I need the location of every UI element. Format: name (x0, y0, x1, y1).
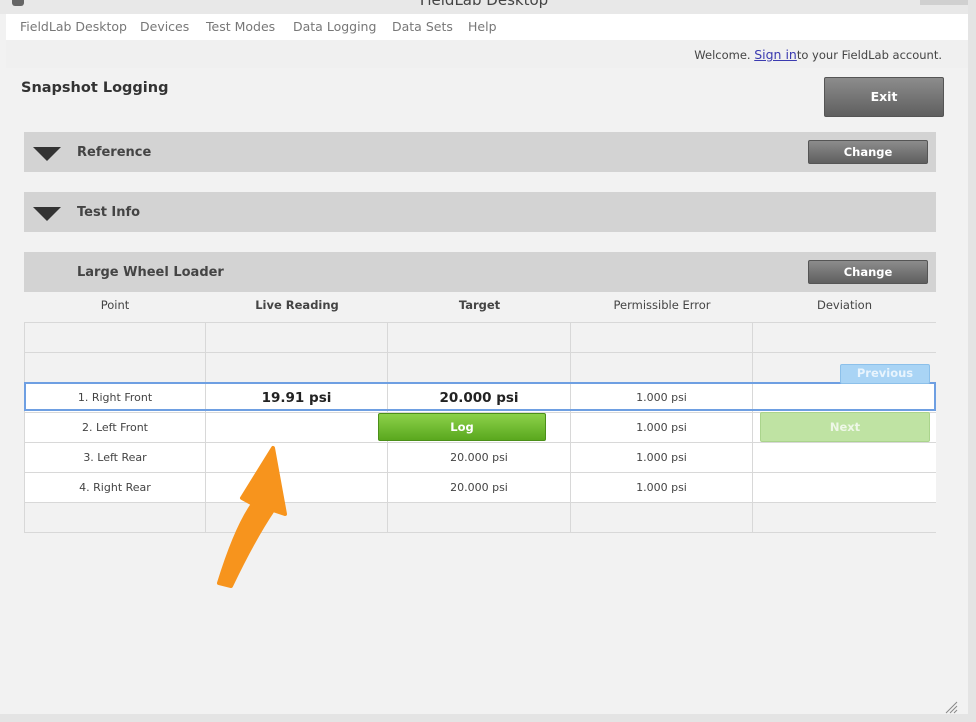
title-bar: FieldLab Desktop (0, 0, 968, 14)
column-header-point: Point (100, 298, 130, 312)
test-info-panel[interactable]: Test Info (24, 192, 936, 232)
point-cell: 2. Left Front (24, 413, 206, 443)
test-info-panel-label: Test Info (77, 205, 141, 220)
menu-data-logging[interactable]: Data Logging (293, 19, 376, 34)
welcome-suffix: to your FieldLab account. (796, 48, 942, 62)
table-row[interactable]: 3. Left Rear 20.000 psi 1.000 psi (24, 443, 936, 473)
menu-test-modes[interactable]: Test Modes (206, 19, 275, 34)
target-cell: 20.000 psi (388, 383, 571, 413)
machine-panel: Large Wheel Loader Change (24, 252, 936, 292)
account-bar: Welcome. Sign into your FieldLab account… (6, 40, 968, 68)
column-header-target: Target (458, 298, 501, 312)
table-row-empty (24, 353, 936, 383)
deviation-cell (753, 383, 936, 413)
page-title: Snapshot Logging (21, 80, 169, 96)
point-cell: 3. Left Rear (24, 443, 206, 473)
permissible-error-cell: 1.000 psi (571, 383, 753, 413)
collapse-triangle-icon[interactable] (33, 147, 61, 161)
target-cell: 20.000 psi (388, 473, 571, 503)
menu-fieldlab-desktop[interactable]: FieldLab Desktop (20, 19, 127, 34)
main-content: Snapshot Logging Exit Reference Change T… (6, 68, 968, 714)
table-row-empty (24, 323, 936, 353)
menu-devices[interactable]: Devices (140, 19, 189, 34)
permissible-error-cell: 1.000 psi (571, 473, 753, 503)
point-cell: 4. Right Rear (24, 473, 206, 503)
welcome-message: Welcome. Sign into your FieldLab account… (694, 47, 942, 62)
column-header-permissible-error: Permissible Error (613, 298, 711, 312)
column-header-live-reading: Live Reading (255, 298, 339, 312)
sign-in-link[interactable]: Sign in (754, 47, 797, 62)
annotation-arrow-icon (217, 446, 287, 588)
next-button[interactable]: Next (760, 412, 930, 442)
app-window: FieldLab Desktop FieldLab Desktop Device… (0, 0, 976, 722)
deviation-cell (753, 473, 936, 503)
reference-panel[interactable]: Reference Change (24, 132, 936, 172)
close-window-button[interactable] (920, 0, 968, 5)
reference-change-button[interactable]: Change (808, 140, 928, 164)
collapse-triangle-icon[interactable] (33, 207, 61, 221)
permissible-error-cell: 1.000 psi (571, 413, 753, 443)
point-cell: 1. Right Front (24, 383, 206, 413)
target-cell: 20.000 psi (388, 443, 571, 473)
reference-panel-label: Reference (77, 145, 152, 160)
deviation-cell (753, 443, 936, 473)
permissible-error-cell: 1.000 psi (571, 443, 753, 473)
log-button[interactable]: Log (378, 413, 546, 441)
machine-change-button[interactable]: Change (808, 260, 928, 284)
exit-button[interactable]: Exit (824, 77, 944, 117)
window-bottom-edge (0, 714, 976, 722)
column-header-deviation: Deviation (816, 298, 872, 312)
welcome-prefix: Welcome. (694, 48, 751, 62)
resize-grip-icon[interactable] (944, 700, 958, 714)
table-row[interactable]: 1. Right Front 19.91 psi 20.000 psi 1.00… (24, 383, 936, 413)
window-title: FieldLab Desktop (419, 0, 549, 9)
table-row-empty (24, 503, 936, 533)
menu-help[interactable]: Help (468, 19, 497, 34)
previous-button[interactable]: Previous (840, 364, 930, 384)
machine-panel-label: Large Wheel Loader (77, 265, 224, 280)
menu-bar: FieldLab Desktop Devices Test Modes Data… (6, 14, 968, 40)
table-row[interactable]: 4. Right Rear 20.000 psi 1.000 psi (24, 473, 936, 503)
menu-data-sets[interactable]: Data Sets (392, 19, 453, 34)
